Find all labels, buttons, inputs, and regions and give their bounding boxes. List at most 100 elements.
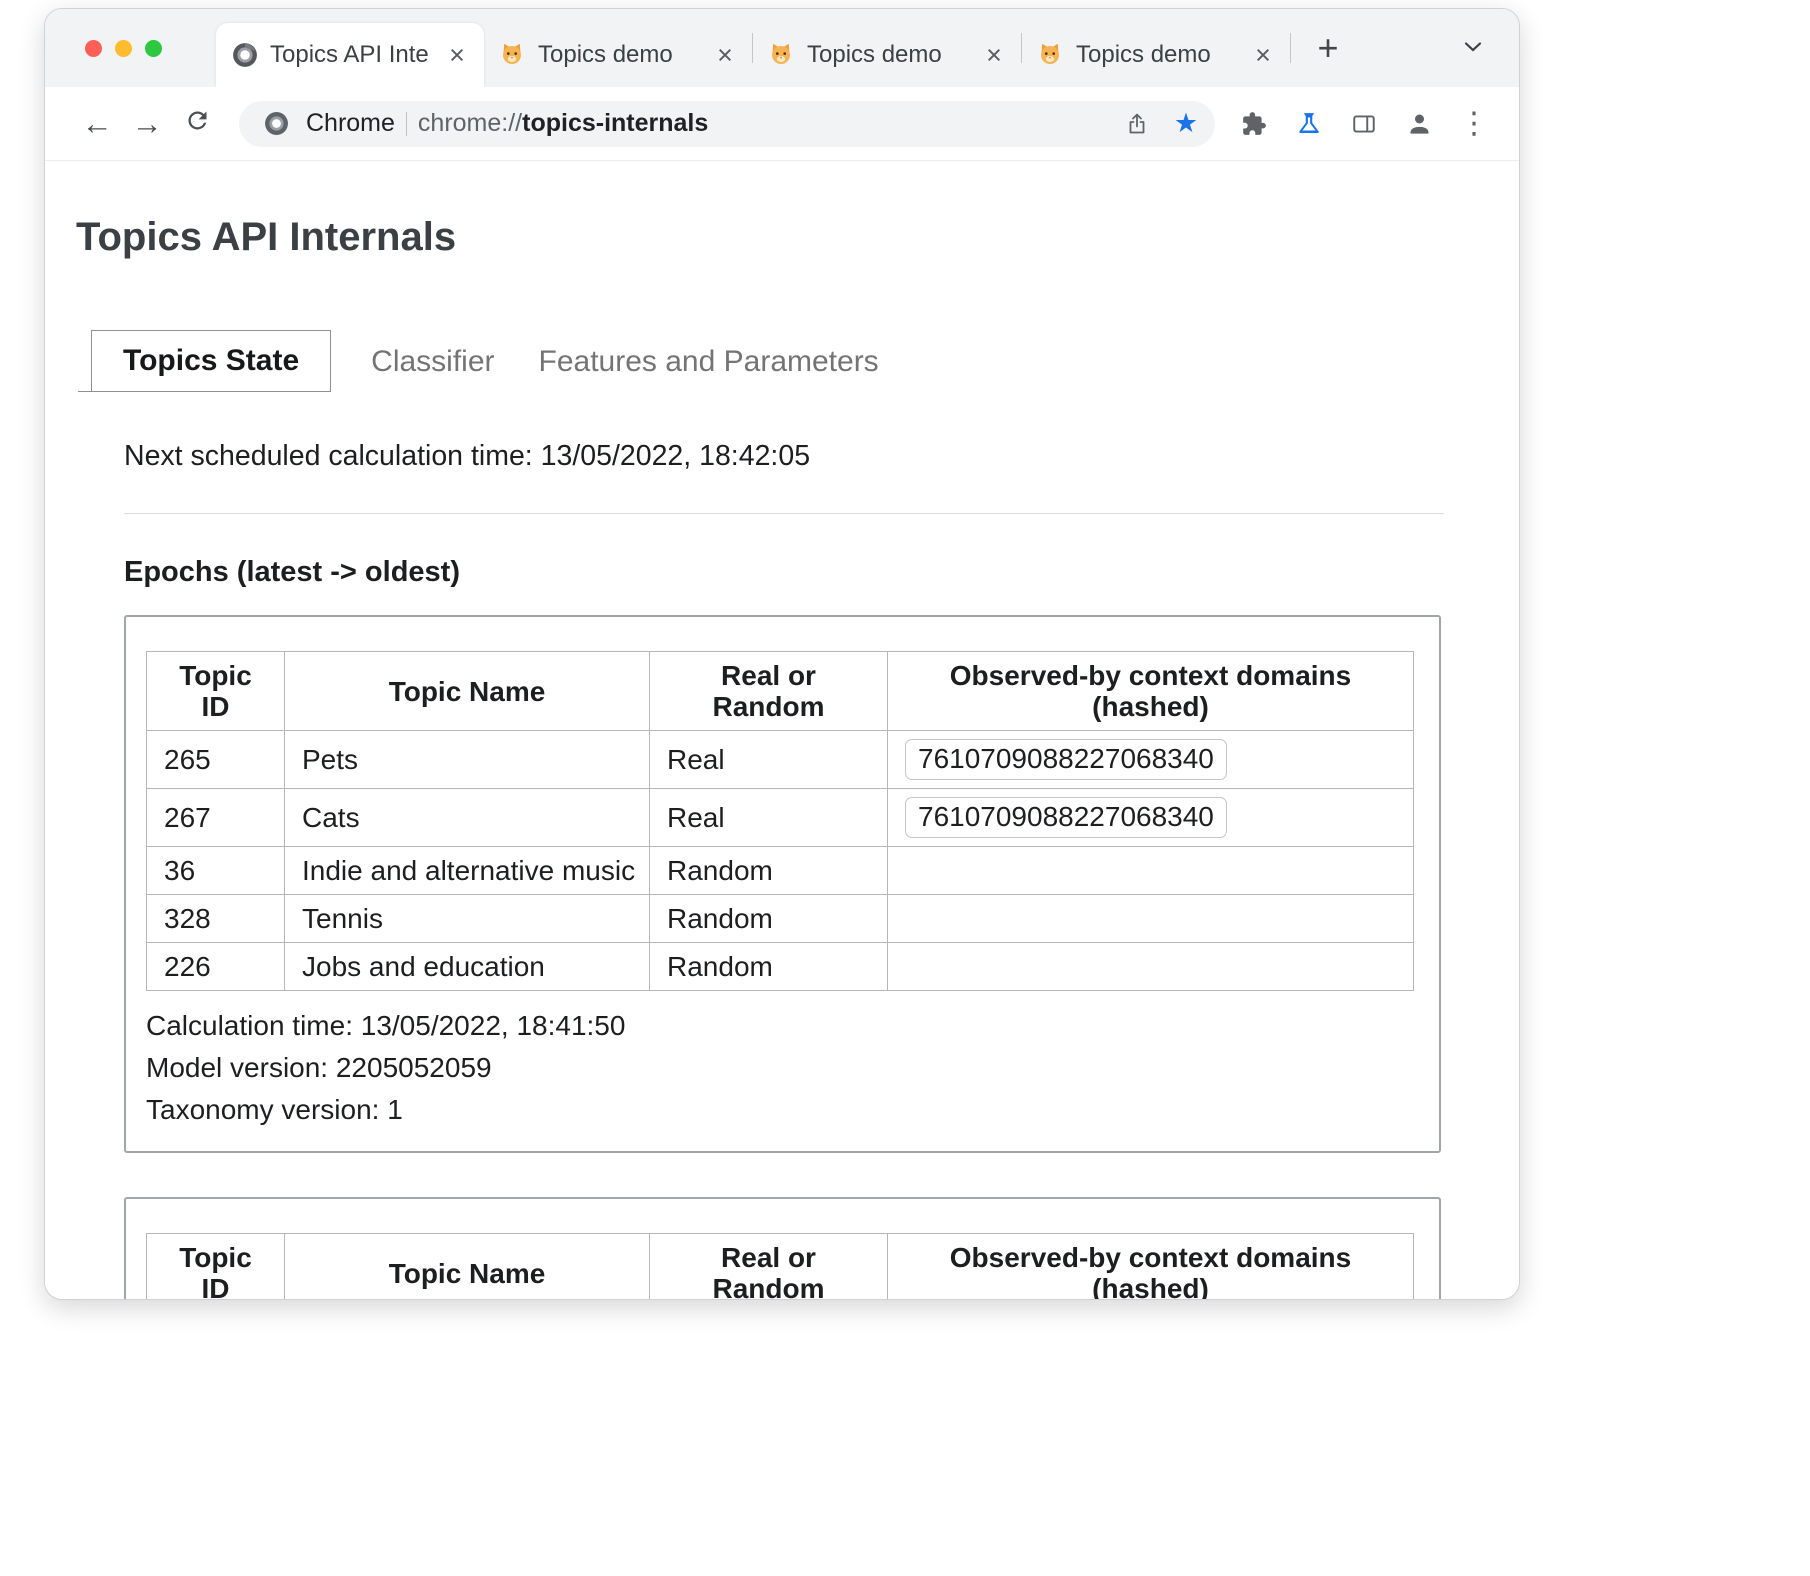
tab-features-parameters[interactable]: Features and Parameters: [539, 332, 879, 392]
table-row: 328 Tennis Random: [147, 895, 1414, 943]
epoch-table-1: Topic ID Topic Name Real or Random Obser…: [146, 651, 1414, 991]
bookmark-star-button[interactable]: ★: [1167, 105, 1205, 143]
tab-strip: Topics API Internals × Topics d: [45, 9, 1519, 87]
flask-icon: [1296, 111, 1322, 137]
close-tab-icon[interactable]: ×: [1248, 40, 1278, 70]
cell-real-or-random: Real: [650, 789, 888, 847]
back-button[interactable]: ←: [75, 102, 119, 146]
forward-button[interactable]: →: [125, 102, 169, 146]
minimize-window-button[interactable]: [115, 40, 132, 57]
tab-topics-state[interactable]: Topics State: [91, 330, 331, 392]
table-header-row: Topic ID Topic Name Real or Random Obser…: [147, 1234, 1414, 1300]
cell-topic-id: 328: [147, 895, 285, 943]
tab-title: Topics API Internals: [270, 41, 430, 69]
tab-classifier[interactable]: Classifier: [371, 332, 494, 392]
header-topic-name: Topic Name: [285, 652, 650, 731]
table-row: 265 Pets Real 7610709088227068340: [147, 731, 1414, 789]
tab-underline-stub: [78, 391, 92, 392]
new-tab-button[interactable]: +: [1307, 27, 1349, 69]
tab-title: Topics demo: [807, 41, 967, 69]
star-icon: ★: [1174, 110, 1198, 137]
header-topic-name: Topic Name: [285, 1234, 650, 1300]
share-button[interactable]: [1118, 105, 1156, 143]
chrome-internals-icon: [232, 42, 258, 68]
chevron-down-icon: [1461, 34, 1485, 63]
epoch-meta: Calculation time: 13/05/2022, 18:41:50 M…: [146, 1005, 1415, 1131]
cell-real-or-random: Real: [650, 731, 888, 789]
epoch-panel-2: Topic ID Topic Name Real or Random Obser…: [124, 1197, 1441, 1299]
close-tab-icon[interactable]: ×: [442, 40, 472, 70]
address-separator: [406, 112, 407, 136]
tab-search-button[interactable]: [1455, 30, 1491, 66]
page-title: Topics API Internals: [76, 215, 1519, 260]
cell-real-or-random: Random: [650, 847, 888, 895]
chrome-logo-icon: [257, 105, 295, 143]
cell-observed-domains: [888, 847, 1414, 895]
cell-topic-id: 267: [147, 789, 285, 847]
reload-button[interactable]: [175, 102, 219, 146]
browser-tab-topics-demo-1[interactable]: Topics demo ×: [484, 23, 752, 87]
header-real-or-random: Real or Random: [650, 1234, 888, 1300]
section-divider: [124, 513, 1444, 514]
profile-button[interactable]: [1396, 102, 1442, 146]
toolbar-icon-group: ⋮: [1231, 102, 1497, 146]
window-controls: [85, 40, 162, 57]
header-topic-id: Topic ID: [147, 652, 285, 731]
cell-topic-name: Tennis: [285, 895, 650, 943]
header-observed-by: Observed-by context domains (hashed): [888, 1234, 1414, 1300]
next-calculation-text: Next scheduled calculation time: 13/05/2…: [124, 440, 1519, 473]
browser-toolbar: ← → Chrome chrome://topics-internals: [45, 87, 1519, 161]
kebab-menu-icon: ⋮: [1459, 109, 1489, 139]
side-panel-icon: [1351, 111, 1377, 137]
cell-topic-id: 265: [147, 731, 285, 789]
address-url: chrome://topics-internals: [418, 109, 708, 138]
hashed-domain-chip[interactable]: 7610709088227068340: [905, 797, 1227, 838]
cell-topic-name: Cats: [285, 789, 650, 847]
close-window-button[interactable]: [85, 40, 102, 57]
extensions-button[interactable]: [1231, 102, 1277, 146]
browser-tabs: Topics API Internals × Topics d: [216, 9, 1291, 87]
cell-observed-domains: [888, 943, 1414, 991]
cell-topic-name: Pets: [285, 731, 650, 789]
tab-topics-state-label: Topics State: [123, 344, 299, 377]
cell-topic-name: Indie and alternative music: [285, 847, 650, 895]
browser-tab-topics-internals[interactable]: Topics API Internals ×: [216, 23, 484, 87]
cat-icon: [1038, 42, 1064, 68]
hashed-domain-chip[interactable]: 7610709088227068340: [905, 739, 1227, 780]
cat-icon: [769, 42, 795, 68]
epoch-panel-1: Topic ID Topic Name Real or Random Obser…: [124, 615, 1441, 1153]
share-icon: [1125, 112, 1149, 136]
close-tab-icon[interactable]: ×: [710, 40, 740, 70]
epoch-table-2: Topic ID Topic Name Real or Random Obser…: [146, 1233, 1414, 1299]
url-scheme: chrome://: [418, 109, 522, 137]
experiments-button[interactable]: [1286, 102, 1332, 146]
table-row: 36 Indie and alternative music Random: [147, 847, 1414, 895]
cell-topic-id: 36: [147, 847, 285, 895]
table-row: 267 Cats Real 7610709088227068340: [147, 789, 1414, 847]
tab-title: Topics demo: [538, 41, 698, 69]
calculation-time-text: Calculation time: 13/05/2022, 18:41:50: [146, 1005, 1415, 1047]
close-tab-icon[interactable]: ×: [979, 40, 1009, 70]
avatar-icon: [1406, 110, 1433, 137]
cell-observed-domains: 7610709088227068340: [888, 731, 1414, 789]
topics-state-panel: Next scheduled calculation time: 13/05/2…: [124, 440, 1519, 1299]
browser-menu-button[interactable]: ⋮: [1451, 102, 1497, 146]
cell-observed-domains: 7610709088227068340: [888, 789, 1414, 847]
cell-observed-domains: [888, 895, 1414, 943]
epochs-heading: Epochs (latest -> oldest): [124, 556, 1519, 589]
browser-tab-topics-demo-3[interactable]: Topics demo ×: [1022, 23, 1290, 87]
model-version-text: Model version: 2205052059: [146, 1047, 1415, 1089]
side-panel-button[interactable]: [1341, 102, 1387, 146]
browser-window: Topics API Internals × Topics d: [44, 8, 1520, 1300]
zoom-window-button[interactable]: [145, 40, 162, 57]
address-bar[interactable]: Chrome chrome://topics-internals ★: [239, 101, 1215, 147]
header-topic-id: Topic ID: [147, 1234, 285, 1300]
url-host: topics-internals: [522, 109, 708, 137]
header-observed-by: Observed-by context domains (hashed): [888, 652, 1414, 731]
taxonomy-version-text: Taxonomy version: 1: [146, 1089, 1415, 1131]
puzzle-icon: [1241, 111, 1267, 137]
browser-tab-topics-demo-2[interactable]: Topics demo ×: [753, 23, 1021, 87]
page-content: Topics API Internals Topics State Classi…: [45, 161, 1519, 1299]
cell-real-or-random: Random: [650, 895, 888, 943]
cell-topic-name: Jobs and education: [285, 943, 650, 991]
